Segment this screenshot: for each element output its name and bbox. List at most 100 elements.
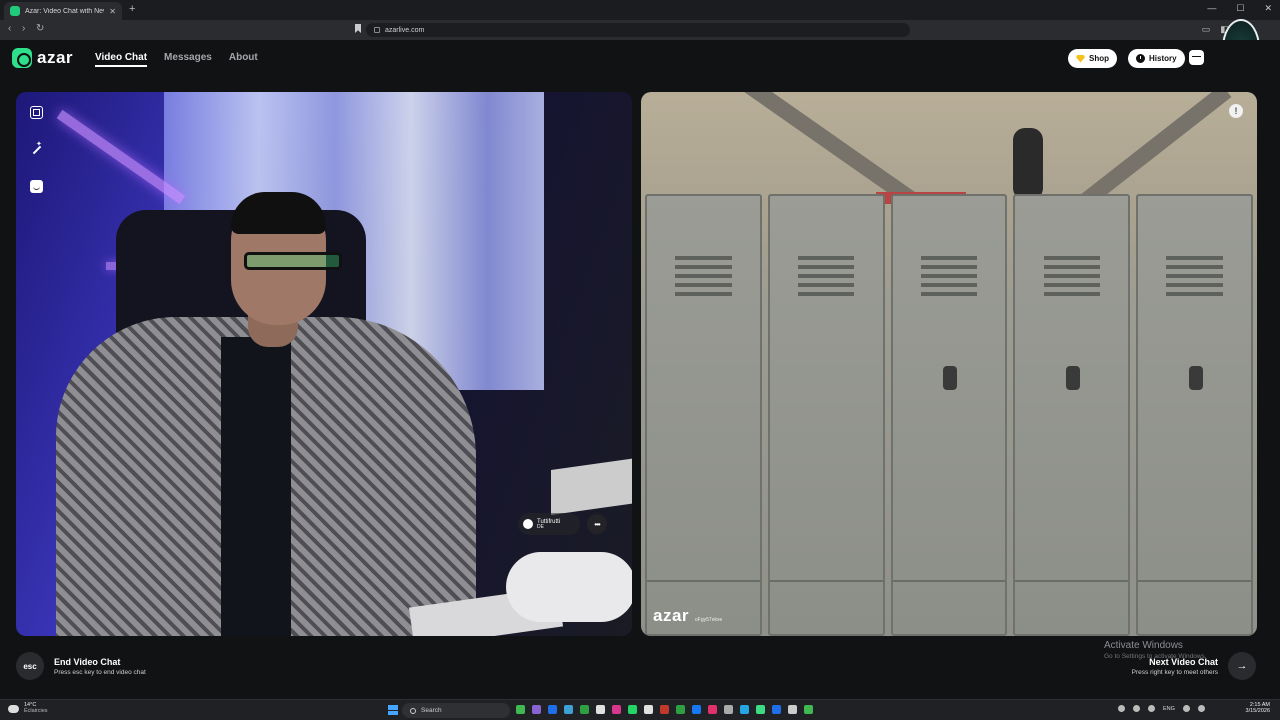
address-bar[interactable]: azarlive.com [366, 23, 910, 37]
next-video-chat[interactable]: Next Video Chat Press right key to meet … [1132, 652, 1256, 680]
shop-label: Shop [1089, 54, 1109, 63]
tray-icon[interactable] [1118, 705, 1125, 712]
new-tab-button[interactable]: + [129, 3, 135, 15]
windows-start-icon[interactable] [388, 705, 398, 715]
taskbar-app-icon[interactable] [772, 705, 781, 714]
peer-video-panel: ! azar oFgy57ekxe [641, 92, 1257, 636]
main-nav: Video Chat Messages About [95, 52, 258, 67]
reload-icon[interactable]: ↻ [36, 23, 44, 34]
app-header: azar Video Chat Messages About Shop Hist… [0, 40, 1280, 80]
taskbar-app-icon[interactable] [676, 705, 685, 714]
site-info-icon[interactable] [374, 27, 380, 33]
language-indicator[interactable]: ENG [1163, 706, 1175, 712]
watermark-logo: azar [653, 606, 690, 625]
next-chat-title: Next Video Chat [1149, 656, 1218, 667]
taskbar-app-icon[interactable] [628, 705, 637, 714]
next-chat-hint: Press right key to meet others [1131, 668, 1218, 676]
screenshot-icon[interactable]: ▭ [1202, 24, 1211, 35]
tray-icon[interactable] [1148, 705, 1155, 712]
tab-title: Azar: Video Chat with New Pe [25, 7, 104, 15]
taskbar-app-icon[interactable] [532, 705, 541, 714]
desk-device [551, 458, 632, 515]
clock-icon [1136, 54, 1145, 63]
game-controller [506, 552, 632, 622]
user-icon [523, 519, 533, 529]
taskbar-app-icon[interactable] [708, 705, 717, 714]
search-icon [410, 707, 416, 714]
azar-watermark: azar oFgy57ekxe [653, 606, 722, 626]
taskbar-app-icon[interactable] [612, 705, 621, 714]
inbox-icon[interactable] [1189, 50, 1204, 65]
report-icon[interactable]: ! [1229, 104, 1243, 118]
taskbar-app-icon[interactable] [724, 705, 733, 714]
browser-tab[interactable]: Azar: Video Chat with New Pe ✕ [4, 2, 122, 20]
peer-profile-chip[interactable]: Tuttifrutti DE [518, 513, 580, 535]
taskbar-app-icon[interactable] [644, 705, 653, 714]
self-video-panel [16, 92, 632, 636]
browser-tabbar: Azar: Video Chat with New Pe ✕ + — ☐ ✕ [0, 0, 1280, 20]
person-shirt [221, 337, 291, 636]
face-filter-icon[interactable] [30, 180, 43, 193]
chat-bubble-icon: ••• [594, 519, 600, 529]
end-chat-title: End Video Chat [54, 656, 121, 667]
taskbar-search[interactable]: Search [402, 703, 510, 718]
chat-button[interactable]: ••• [587, 514, 607, 534]
end-video-chat[interactable]: esc End Video Chat Press esc key to end … [16, 652, 146, 680]
nav-video-chat[interactable]: Video Chat [95, 52, 148, 67]
fullscreen-icon[interactable] [30, 106, 43, 119]
system-clock[interactable]: 2:15 AM 3/15/2026 [1246, 702, 1270, 714]
window-controls: — ☐ ✕ [1207, 3, 1272, 14]
history-label: History [1149, 54, 1177, 63]
taskbar-app-icon[interactable] [788, 705, 797, 714]
locker [1136, 194, 1253, 636]
esc-key-button[interactable]: esc [16, 652, 44, 680]
watermark-id: oFgy57ekxe [695, 617, 723, 623]
taskbar-app-icon[interactable] [740, 705, 749, 714]
history-button[interactable]: History [1128, 49, 1185, 68]
bookmark-icon[interactable] [355, 24, 361, 33]
taskbar-app-icon[interactable] [660, 705, 669, 714]
weather-widget[interactable]: 14°C Éclaircies [8, 702, 48, 715]
gem-icon [1076, 54, 1085, 63]
locker [890, 194, 1008, 636]
azar-logo-icon [12, 48, 32, 68]
effects-icon[interactable] [30, 140, 43, 156]
taskbar-app-icon[interactable] [564, 705, 573, 714]
taskbar-app-icon[interactable] [692, 705, 701, 714]
taskbar-app-icon[interactable] [516, 705, 525, 714]
close-tab-icon[interactable]: ✕ [109, 7, 116, 16]
maximize-button[interactable]: ☐ [1236, 3, 1244, 14]
search-label: Search [421, 707, 442, 714]
volume-icon[interactable] [1197, 705, 1205, 712]
end-chat-hint: Press esc key to end video chat [54, 668, 146, 676]
system-tray: ENG [1118, 705, 1205, 712]
locker [767, 194, 885, 636]
peer-country: DE [537, 523, 544, 530]
taskbar-app-icon[interactable] [804, 705, 813, 714]
taskbar-app-icon[interactable] [596, 705, 605, 714]
taskbar-app-icon[interactable] [756, 705, 765, 714]
close-window-button[interactable]: ✕ [1264, 3, 1272, 14]
forward-icon[interactable]: › [22, 23, 25, 34]
back-icon[interactable]: ‹ [8, 23, 11, 34]
nav-messages[interactable]: Messages [164, 52, 212, 67]
wifi-icon[interactable] [1182, 705, 1190, 712]
person-hair [231, 192, 326, 234]
cloud-icon [8, 704, 19, 713]
azar-logo[interactable]: azar [12, 48, 73, 68]
tray-icon[interactable] [1133, 705, 1140, 712]
os-taskbar: 14°C Éclaircies Search ENG 2:15 AM 3/15/… [0, 699, 1280, 720]
arrow-right-icon[interactable]: → [1228, 652, 1256, 680]
ceiling-lamp [1013, 128, 1043, 200]
nav-about[interactable]: About [229, 52, 258, 67]
logo-text: azar [37, 48, 74, 67]
taskbar-app-icon[interactable] [580, 705, 589, 714]
browser-toolbar: ‹ › ↻ azarlive.com ▭ ◧ ≡ [0, 20, 1280, 40]
person-glasses [244, 252, 342, 270]
shop-button[interactable]: Shop [1068, 49, 1117, 68]
minimize-button[interactable]: — [1207, 3, 1216, 14]
locker [645, 194, 762, 636]
taskbar-app-icon[interactable] [548, 705, 557, 714]
activate-title: Activate Windows [1104, 640, 1183, 651]
url-text: azarlive.com [385, 26, 425, 34]
